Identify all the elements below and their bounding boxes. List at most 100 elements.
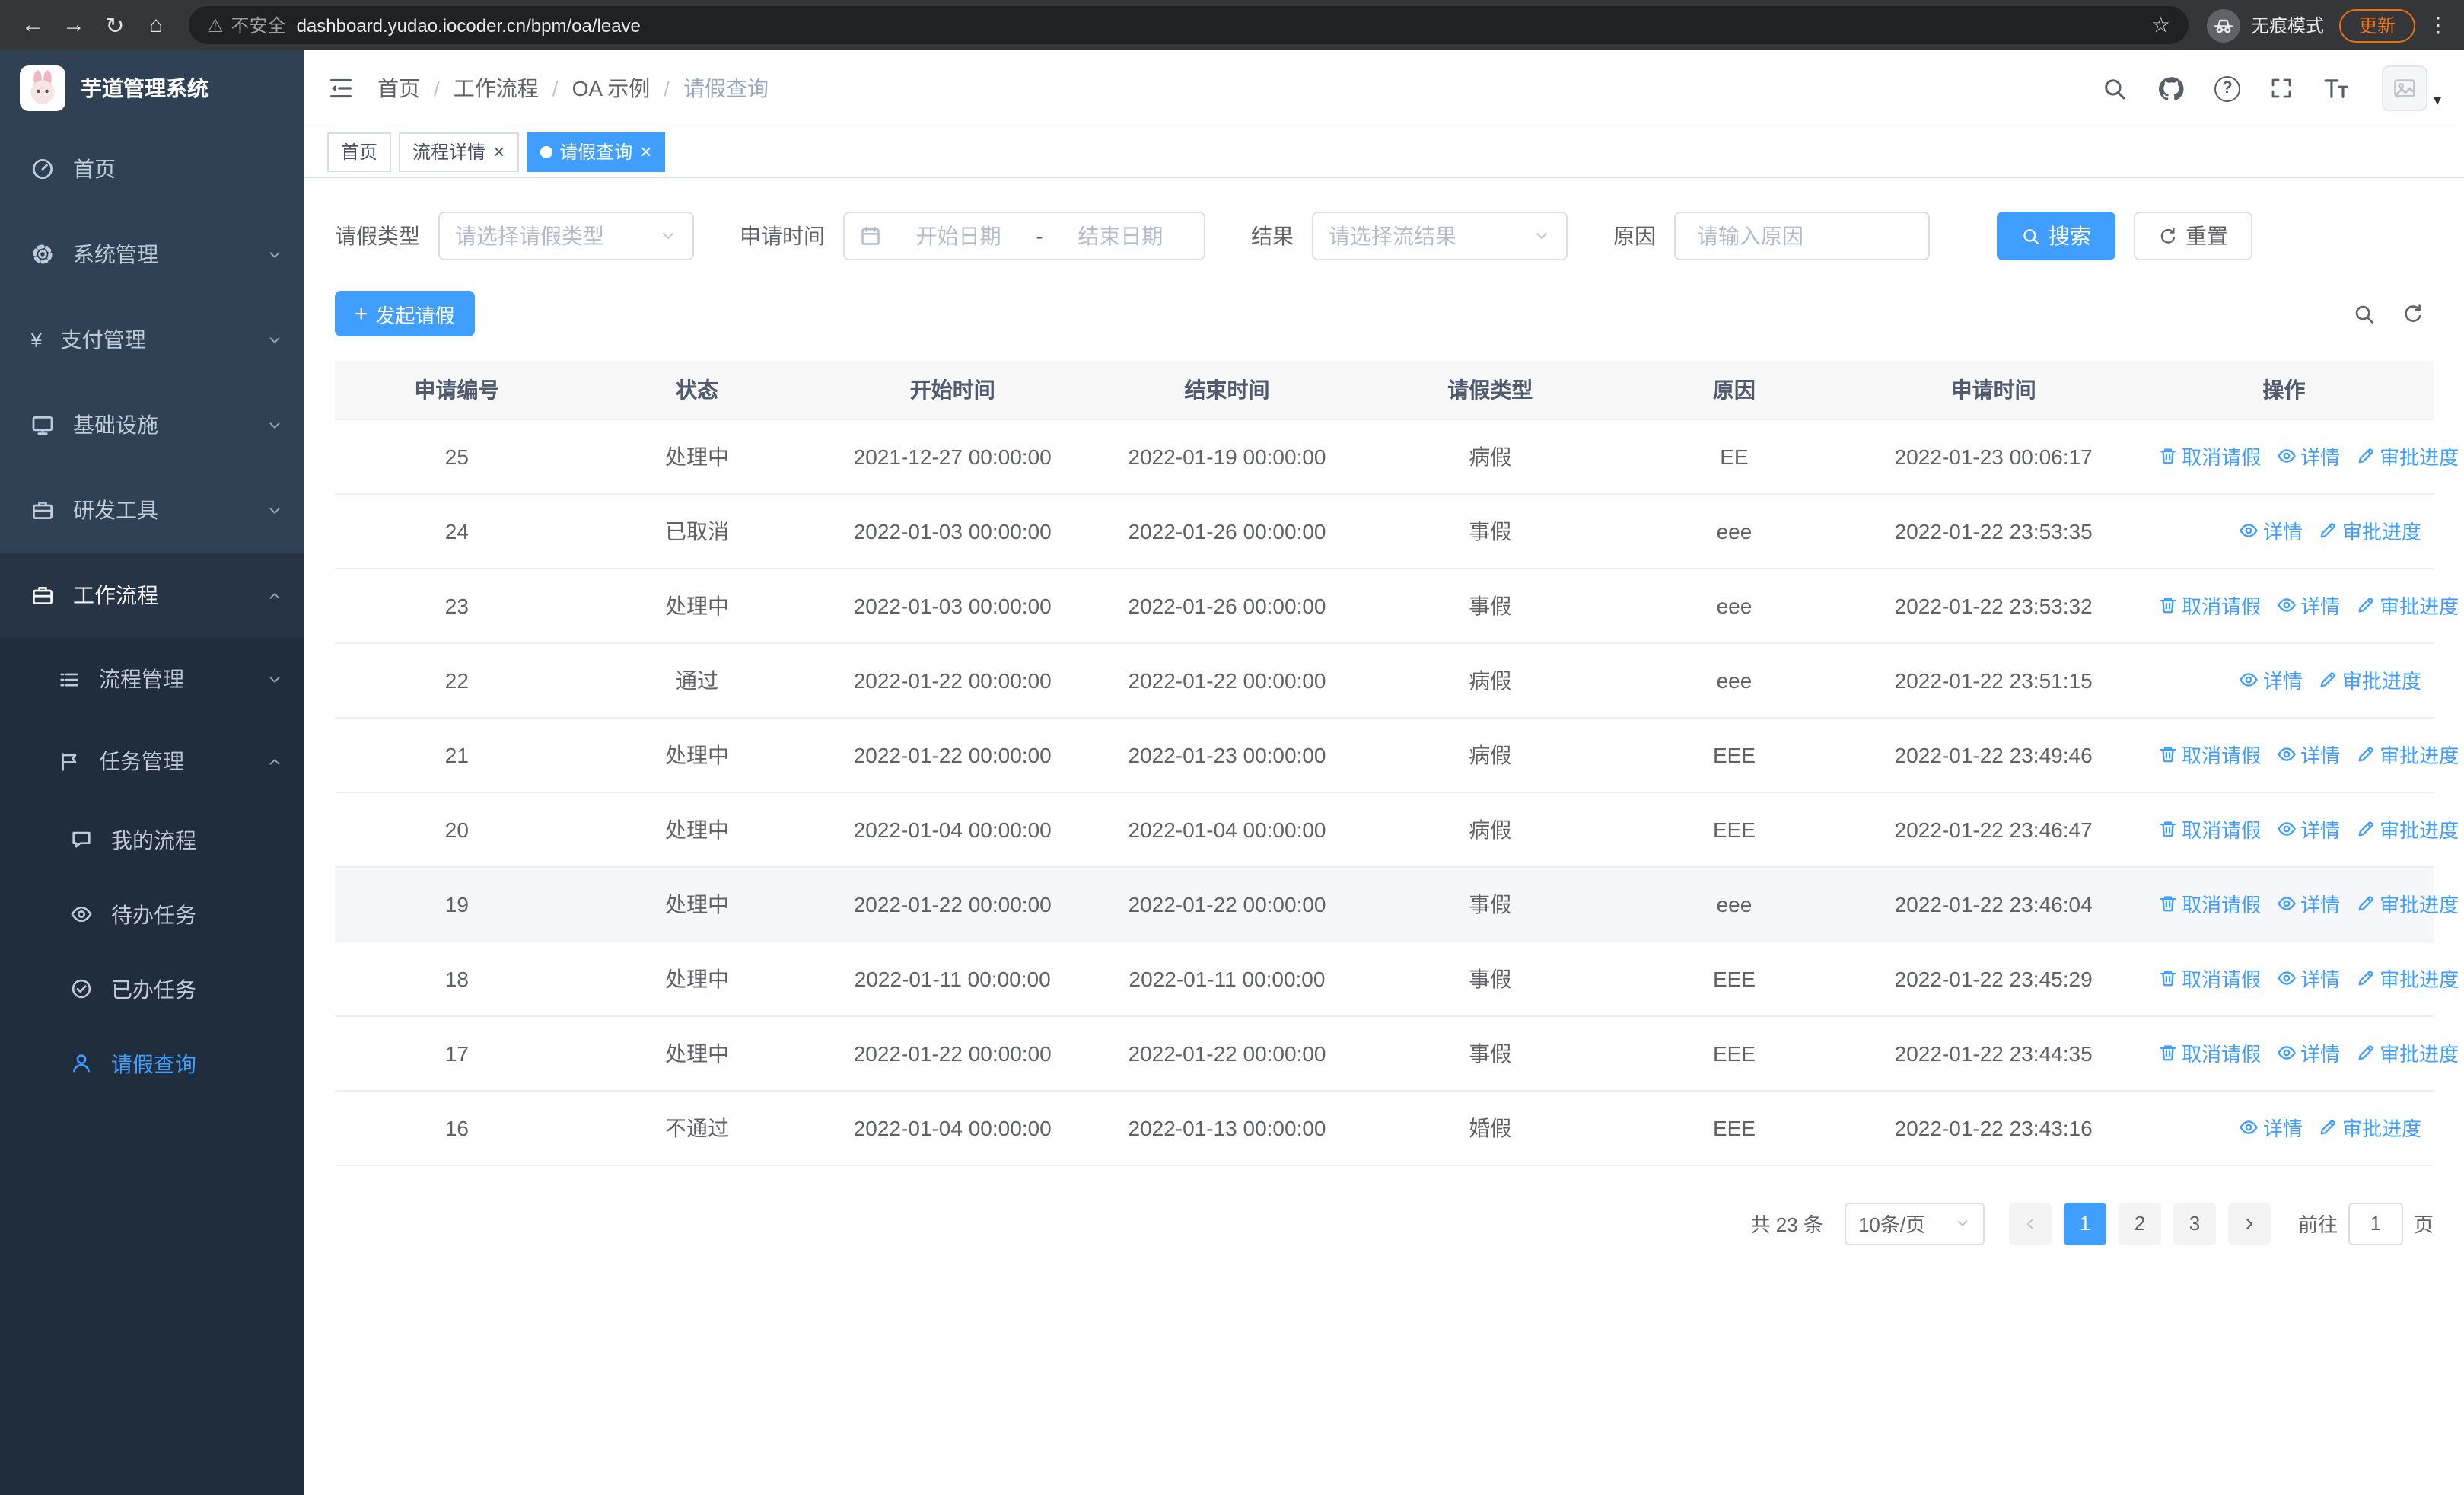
goto-page-input[interactable]: [2348, 1202, 2403, 1245]
refresh-table-button[interactable]: [2402, 302, 2424, 325]
approval-progress-link[interactable]: 审批进度: [2318, 665, 2421, 694]
cell-reason: eee: [1616, 866, 1853, 942]
browser-forward-button[interactable]: →: [53, 5, 94, 46]
page-button-2[interactable]: 2: [2118, 1202, 2161, 1245]
cancel-leave-link[interactable]: 取消请假: [2157, 889, 2261, 918]
approval-progress-link[interactable]: 审批进度: [2355, 591, 2459, 620]
cell-status: 处理中: [578, 717, 816, 792]
page-button-1[interactable]: 1: [2063, 1202, 2106, 1245]
cancel-leave-link[interactable]: 取消请假: [2157, 591, 2261, 620]
tab-home[interactable]: 首页: [327, 132, 392, 171]
browser-home-button[interactable]: ⌂: [135, 5, 177, 46]
create-leave-button[interactable]: + 发起请假: [335, 291, 475, 336]
github-link[interactable]: [2157, 74, 2185, 103]
cell-end-time: 2022-01-04 00:00:00: [1090, 792, 1364, 867]
cell-apply-time: 2022-01-22 23:44:35: [1852, 1015, 2135, 1091]
bookmark-star-icon[interactable]: ☆: [2151, 12, 2170, 38]
cancel-leave-link[interactable]: 取消请假: [2157, 1038, 2261, 1067]
home-icon: ⌂: [148, 12, 164, 38]
sidebar-item-my-processes[interactable]: 我的流程: [0, 802, 304, 877]
approval-progress-link[interactable]: 审批进度: [2355, 964, 2459, 993]
toggle-search-button[interactable]: [2353, 302, 2376, 325]
user-menu[interactable]: ▾: [2381, 65, 2441, 111]
browser-back-button[interactable]: ←: [12, 5, 53, 46]
edit-icon: [2355, 819, 2375, 839]
sidebar-item-done-tasks[interactable]: 已办任务: [0, 952, 304, 1026]
collapse-sidebar-button[interactable]: [327, 75, 355, 102]
apply-time-range-picker[interactable]: 开始日期 - 结束日期: [843, 212, 1205, 260]
approval-progress-link[interactable]: 审批进度: [2355, 740, 2459, 769]
sidebar-item-dev-tools[interactable]: 研发工具: [0, 467, 304, 553]
cell-apply-time: 2022-01-22 23:45:29: [1852, 941, 2135, 1016]
approval-progress-link[interactable]: 审批进度: [2355, 441, 2459, 470]
chevron-up-icon: [266, 587, 283, 604]
cell-end-time: 2022-01-22 00:00:00: [1090, 866, 1364, 942]
next-page-button[interactable]: [2227, 1202, 2271, 1245]
tab-process-detail[interactable]: 流程详情 ×: [399, 132, 519, 171]
detail-link[interactable]: 详情: [2276, 814, 2340, 843]
browser-update-button[interactable]: 更新: [2338, 8, 2415, 42]
sidebar-item-label: 首页: [73, 157, 116, 181]
sidebar-item-todo-tasks[interactable]: 待办任务: [0, 877, 304, 952]
sidebar-item-process-mgmt[interactable]: 流程管理: [0, 638, 304, 720]
header-search-button[interactable]: [2102, 75, 2128, 101]
detail-link[interactable]: 详情: [2276, 964, 2340, 993]
sidebar-item-infrastructure[interactable]: 基础设施: [0, 382, 304, 467]
detail-link[interactable]: 详情: [2276, 441, 2340, 470]
sidebar-item-system-mgmt[interactable]: 系统管理: [0, 212, 304, 297]
sidebar-item-payment-mgmt[interactable]: ¥ 支付管理: [0, 297, 304, 382]
fullscreen-button[interactable]: [2269, 76, 2294, 100]
breadcrumb-separator: /: [664, 76, 670, 100]
detail-link[interactable]: 详情: [2276, 1038, 2340, 1067]
cancel-leave-link[interactable]: 取消请假: [2157, 964, 2261, 993]
browser-menu-button[interactable]: ⋮: [2424, 12, 2452, 38]
breadcrumb-workflow[interactable]: 工作流程: [454, 73, 539, 104]
trash-icon: [2157, 819, 2177, 839]
breadcrumb-home[interactable]: 首页: [377, 73, 420, 104]
sidebar-item-label: 支付管理: [60, 327, 146, 352]
prev-page-button[interactable]: [2008, 1202, 2052, 1245]
approval-progress-link[interactable]: 审批进度: [2318, 516, 2421, 545]
approval-progress-link[interactable]: 审批进度: [2355, 814, 2459, 843]
approval-progress-link[interactable]: 审批进度: [2355, 889, 2459, 918]
detail-link[interactable]: 详情: [2239, 516, 2303, 545]
leave-table-body: 25 处理中 2021-12-27 00:00:00 2022-01-19 00…: [335, 419, 2459, 1165]
detail-link[interactable]: 详情: [2239, 665, 2303, 694]
detail-link[interactable]: 详情: [2276, 889, 2340, 918]
approval-progress-link[interactable]: 审批进度: [2318, 1113, 2421, 1142]
tab-leave-query[interactable]: 请假查询 ×: [526, 132, 666, 171]
detail-link[interactable]: 详情: [2276, 740, 2340, 769]
close-icon[interactable]: ×: [493, 142, 505, 161]
sidebar-item-workflow[interactable]: 工作流程: [0, 553, 304, 638]
reset-button[interactable]: 重置: [2134, 212, 2252, 260]
page-size-select[interactable]: 10条/页: [1844, 1202, 1985, 1245]
result-select[interactable]: 请选择流结果: [1312, 212, 1568, 260]
cancel-leave-link[interactable]: 取消请假: [2157, 441, 2261, 470]
sidebar-item-leave-query[interactable]: 请假查询: [0, 1026, 304, 1101]
security-chip[interactable]: ⚠ 不安全: [207, 12, 286, 38]
pagination: 共 23 条 10条/页 1 2 3 前往 页: [335, 1202, 2434, 1281]
cell-apply-id: 22: [335, 642, 579, 718]
breadcrumb-oa-example[interactable]: OA 示例: [572, 73, 651, 104]
leave-type-select[interactable]: 请选择请假类型: [438, 212, 694, 260]
font-size-button[interactable]: [2322, 75, 2350, 102]
reason-input[interactable]: [1679, 213, 1925, 259]
sidebar-item-home[interactable]: 首页: [0, 126, 304, 212]
cell-actions: 取消请假 详情 审批进度: [2135, 568, 2459, 643]
search-button[interactable]: 搜索: [1997, 212, 2115, 260]
cancel-leave-link[interactable]: 取消请假: [2157, 740, 2261, 769]
detail-link[interactable]: 详情: [2239, 1113, 2303, 1142]
cell-start-time: 2022-01-22 00:00:00: [815, 1015, 1090, 1091]
cancel-leave-link[interactable]: 取消请假: [2157, 814, 2261, 843]
close-icon[interactable]: ×: [640, 142, 651, 161]
help-button[interactable]: ?: [2214, 75, 2240, 101]
page-button-3[interactable]: 3: [2173, 1202, 2216, 1245]
detail-link[interactable]: 详情: [2276, 591, 2340, 620]
sidebar-item-task-mgmt[interactable]: 任务管理: [0, 720, 304, 802]
browser-reload-button[interactable]: ↻: [94, 5, 135, 46]
app-logo[interactable]: 芋道管理系统: [0, 50, 304, 126]
pagination-total: 共 23 条: [1750, 1213, 1823, 1236]
trash-icon: [2157, 595, 2177, 615]
address-bar[interactable]: ⚠ 不安全 dashboard.yudao.iocoder.cn/bpm/oa/…: [189, 6, 2189, 44]
approval-progress-link[interactable]: 审批进度: [2355, 1038, 2459, 1067]
